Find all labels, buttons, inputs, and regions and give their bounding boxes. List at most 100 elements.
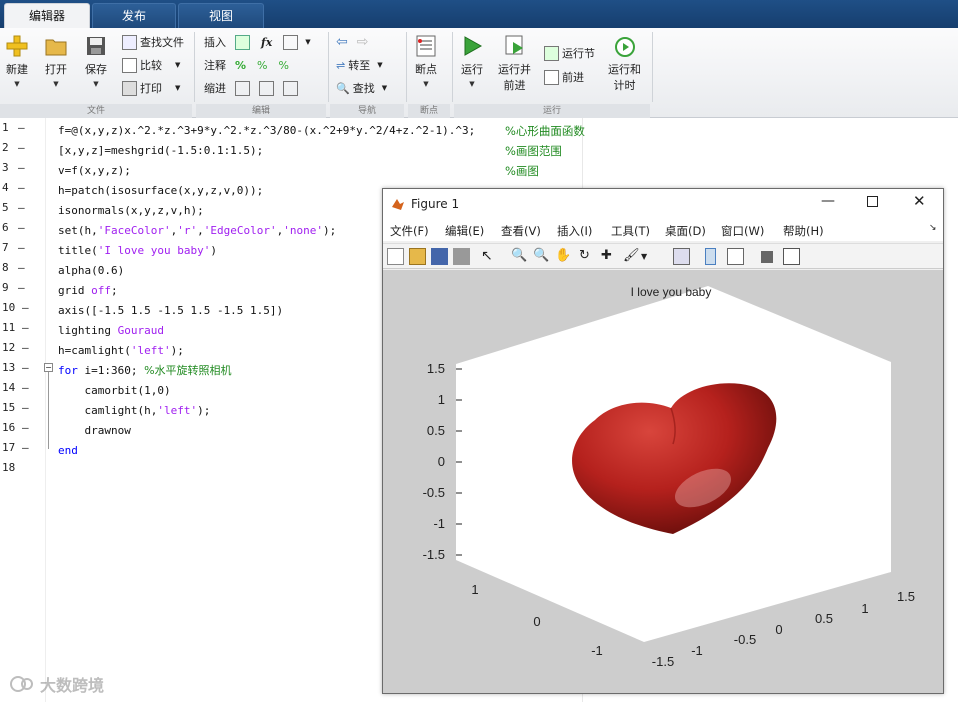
- code-line[interactable]: lighting Gouraud: [58, 321, 164, 341]
- open-file-icon[interactable]: [409, 248, 426, 265]
- goto-button[interactable]: ⇌ 转至 ▼: [336, 56, 383, 74]
- menu-tools[interactable]: 工具(T): [611, 223, 650, 239]
- fold-toggle-icon[interactable]: −: [44, 363, 53, 372]
- line-number: 12–: [2, 341, 29, 354]
- colorbar-icon[interactable]: [705, 248, 716, 265]
- figure-plot-area[interactable]: I love you baby 1.5 1 0.5 0 -0.5 -1 -1.5…: [383, 270, 943, 693]
- legend-icon[interactable]: [727, 248, 744, 265]
- insert-icon: [235, 34, 250, 50]
- back-forward-buttons[interactable]: ⇦ ⇨: [336, 33, 368, 51]
- y-tick-label: 1: [471, 582, 478, 597]
- code-line[interactable]: axis([-1.5 1.5 -1.5 1.5 -1.5 1.5]): [58, 301, 283, 321]
- chevron-down-icon: ▼: [14, 80, 20, 88]
- close-button[interactable]: ✕: [913, 192, 926, 210]
- print-figure-icon[interactable]: [453, 248, 470, 265]
- link-plot-icon[interactable]: [673, 248, 690, 265]
- uncomment-icon: %: [257, 58, 268, 72]
- compare-label: 比较: [140, 59, 162, 72]
- group-label-file: 文件: [0, 104, 192, 118]
- code-line[interactable]: grid off;: [58, 281, 118, 301]
- code-line[interactable]: isonormals(x,y,z,v,h);: [58, 201, 204, 221]
- code-line[interactable]: h=patch(isosurface(x,y,z,v,0));: [58, 181, 263, 201]
- advance-button[interactable]: 前进: [544, 68, 584, 86]
- indent-button[interactable]: 缩进: [204, 79, 298, 97]
- run-section-button[interactable]: 运行节: [544, 44, 595, 62]
- rotate-3d-icon[interactable]: ↻: [579, 248, 596, 265]
- pointer-icon[interactable]: ↖: [481, 248, 498, 265]
- brush-icon[interactable]: 🖌: [623, 248, 640, 265]
- code-line[interactable]: v=f(x,y,z);: [58, 161, 131, 181]
- minimize-button[interactable]: —: [821, 193, 835, 209]
- figure-window[interactable]: Figure 1 — ✕ 文件(F) 编辑(E) 查看(V) 插入(I) 工具(…: [382, 188, 944, 694]
- arrow-right-icon: ⇨: [356, 34, 369, 50]
- new-button[interactable]: 新建 ▼: [5, 34, 29, 88]
- line-number: 17–: [2, 441, 29, 454]
- insert-button[interactable]: 插入 fx ▼: [204, 33, 311, 51]
- line-number: 18: [2, 461, 16, 474]
- menu-edit[interactable]: 编辑(E): [445, 223, 484, 239]
- save-button[interactable]: 保存 ▼: [84, 34, 108, 88]
- dock-arrow-icon[interactable]: ↘: [929, 223, 937, 233]
- breakpoints-button[interactable]: 断点 ▼: [414, 34, 438, 88]
- save-figure-icon[interactable]: [431, 248, 448, 265]
- code-line[interactable]: set(h,'FaceColor','r','EdgeColor','none'…: [58, 221, 336, 241]
- indent-icon: [259, 80, 274, 96]
- code-line[interactable]: [x,y,z]=meshgrid(-1.5:0.1:1.5);: [58, 141, 263, 161]
- code-line[interactable]: title('I love you baby'): [58, 241, 217, 261]
- comment-label: 注释: [204, 59, 226, 72]
- tab-publish[interactable]: 发布: [92, 3, 176, 28]
- menu-desktop[interactable]: 桌面(D): [665, 223, 706, 239]
- zoom-out-icon[interactable]: 🔍: [533, 248, 550, 265]
- x-tick-label: 0: [775, 622, 782, 637]
- line-number: 11–: [2, 321, 29, 334]
- data-cursor-icon[interactable]: ✚: [601, 248, 618, 265]
- pan-icon[interactable]: ✋: [555, 248, 572, 265]
- menu-window[interactable]: 窗口(W): [721, 223, 764, 239]
- code-line[interactable]: end: [58, 441, 78, 461]
- x-tick-label: -1: [691, 643, 703, 658]
- code-line[interactable]: camlight(h,'left');: [58, 401, 210, 421]
- code-line[interactable]: camorbit(1,0): [58, 381, 170, 401]
- tab-editor[interactable]: 编辑器: [4, 3, 90, 28]
- line-number: 10–: [2, 301, 29, 314]
- code-line[interactable]: f=@(x,y,z)x.^2.*z.^3+9*y.^2.*z.^3/80-(x.…: [58, 121, 475, 141]
- maximize-button[interactable]: [867, 196, 878, 207]
- comment-button[interactable]: 注释%%%: [204, 56, 289, 74]
- smart-indent-icon: [235, 80, 250, 96]
- matlab-logo-icon: [392, 199, 404, 210]
- chevron-down-icon: ▼: [423, 80, 429, 88]
- x-tick-label: 1.5: [897, 589, 915, 604]
- printer-icon: [122, 80, 137, 96]
- chevron-down-icon[interactable]: ▼: [641, 252, 658, 269]
- hide-plot-tools-icon[interactable]: [761, 251, 773, 263]
- plot-canvas: I love you baby 1.5 1 0.5 0 -0.5 -1 -1.5…: [423, 285, 915, 669]
- new-figure-icon[interactable]: [387, 248, 404, 265]
- print-button[interactable]: 打印 ▼: [122, 79, 180, 97]
- menu-help[interactable]: 帮助(H): [783, 223, 824, 239]
- code-line[interactable]: alpha(0.6): [58, 261, 124, 281]
- code-comment: %画图范围: [505, 144, 562, 158]
- figure-title-bar[interactable]: Figure 1 — ✕: [383, 189, 943, 219]
- menu-file[interactable]: 文件(F): [390, 223, 429, 239]
- code-line[interactable]: drawnow: [58, 421, 130, 441]
- tab-view[interactable]: 视图: [178, 3, 264, 28]
- menu-insert[interactable]: 插入(I): [557, 223, 592, 239]
- run-button[interactable]: 运行 ▼: [460, 34, 484, 88]
- line-number: 7–: [2, 241, 25, 254]
- fx-icon: fx: [261, 35, 273, 49]
- menu-view[interactable]: 查看(V): [501, 223, 541, 239]
- find-files-button[interactable]: 查找文件: [122, 33, 184, 51]
- open-button[interactable]: 打开 ▼: [44, 34, 68, 88]
- compare-button[interactable]: 比较 ▼: [122, 56, 180, 74]
- ribbon-tab-bar: 编辑器 发布 视图: [0, 0, 958, 28]
- function-icon: [283, 34, 299, 50]
- breakpoints-label: 断点: [415, 63, 437, 76]
- find-button[interactable]: 🔍 查找 ▼: [336, 79, 387, 97]
- run-and-time-button[interactable]: 运行和 计时: [608, 34, 641, 93]
- show-plot-tools-icon[interactable]: [783, 248, 800, 265]
- code-line[interactable]: for i=1:360; %水平旋转照相机: [58, 361, 232, 381]
- run-advance-button[interactable]: 运行并 前进: [498, 34, 531, 93]
- zoom-in-icon[interactable]: 🔍: [511, 248, 528, 265]
- chevron-down-icon: ▼: [469, 80, 475, 88]
- code-line[interactable]: h=camlight('left');: [58, 341, 184, 361]
